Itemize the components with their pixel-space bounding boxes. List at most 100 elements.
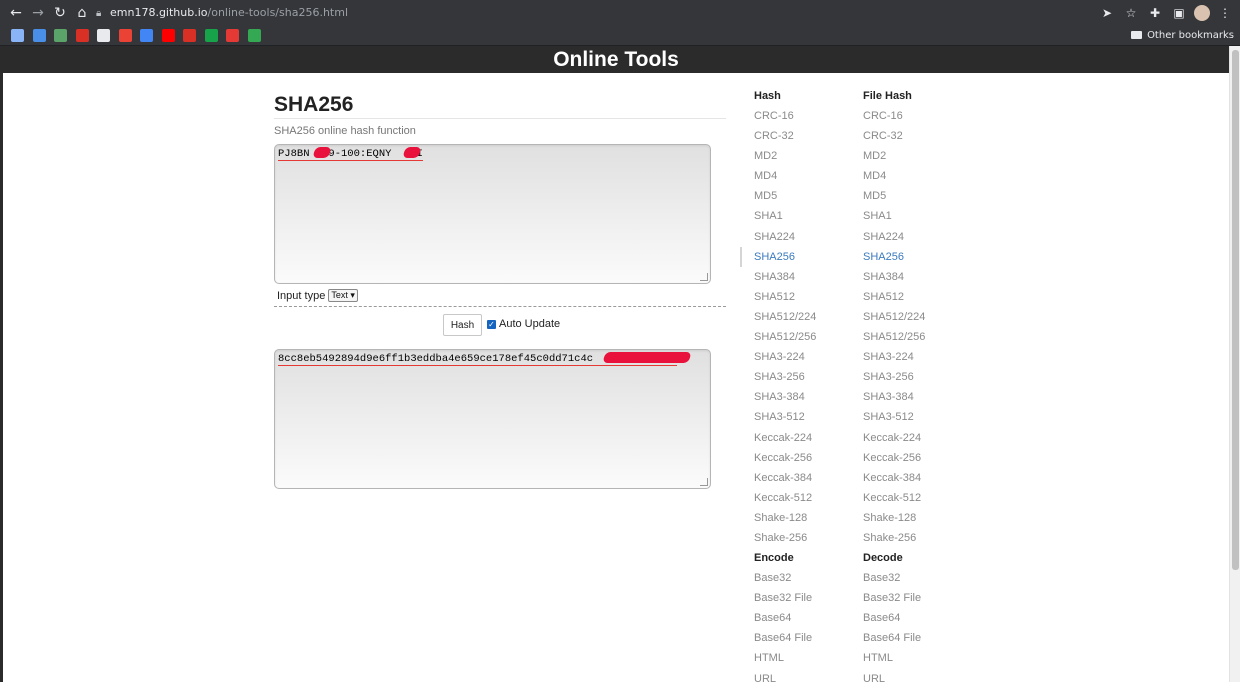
menu-link-keccak-384[interactable]: Keccak-384	[754, 471, 816, 491]
menu-link-base64[interactable]: Base64	[863, 611, 925, 631]
menu-link-html[interactable]: HTML	[863, 651, 925, 671]
menu-link-sha3-224[interactable]: SHA3-224	[863, 350, 925, 370]
menu-link-sha224[interactable]: SHA224	[863, 230, 925, 250]
scrollbar-thumb[interactable]	[1232, 50, 1239, 570]
menu-link-sha512-256[interactable]: SHA512/256	[754, 330, 816, 350]
bookmark-favicon-icon[interactable]	[32, 29, 46, 42]
profile-avatar[interactable]	[1194, 5, 1210, 21]
bookmark-favicon-icon[interactable]	[247, 29, 261, 42]
home-icon[interactable]: ⌂	[72, 3, 92, 23]
menu-link-sha512[interactable]: SHA512	[754, 290, 816, 310]
send-icon[interactable]: ➤	[1098, 3, 1116, 23]
menu-link-base32-file[interactable]: Base32 File	[754, 591, 816, 611]
menu-link-keccak-384[interactable]: Keccak-384	[863, 471, 925, 491]
hash-menu: Hash CRC-16 CRC-32 MD2 MD4 MD5 SHA1 SHA224 SHA25…	[754, 89, 816, 692]
extensions-icon[interactable]: ✚	[1146, 3, 1164, 23]
reload-icon[interactable]: ↻	[50, 3, 70, 23]
menu-heading: Encode	[754, 552, 794, 565]
bookmark-favicon-icon[interactable]	[204, 29, 218, 42]
menu-link-keccak-224[interactable]: Keccak-224	[863, 431, 925, 451]
bookmark-favicon-icon[interactable]	[54, 29, 67, 42]
menu-link-sha3-224[interactable]: SHA3-224	[754, 350, 816, 370]
bookmark-favicon-icon[interactable]	[183, 29, 196, 42]
input-text: PJ8BN U9-100:EQNY PI	[278, 147, 423, 161]
menu-link-sha512-224[interactable]: SHA512/224	[754, 310, 816, 330]
menu-link-keccak-512[interactable]: Keccak-512	[754, 491, 816, 511]
menu-link-md4[interactable]: MD4	[863, 169, 925, 189]
input-type-label: Input type	[277, 289, 326, 302]
bookmark-favicon-icon[interactable]	[140, 29, 153, 42]
menu-link-crc-16[interactable]: CRC-16	[863, 109, 925, 129]
menu-heading: Hash	[754, 90, 781, 102]
menu-link-sha512-256[interactable]: SHA512/256	[863, 330, 925, 350]
resize-handle[interactable]	[700, 478, 708, 486]
menu-link-md2[interactable]: MD2	[754, 149, 816, 169]
menu-link-sha256[interactable]: SHA256	[754, 250, 816, 270]
menu-link-sha384[interactable]: SHA384	[754, 270, 816, 290]
menu-link-sha384[interactable]: SHA384	[863, 270, 925, 290]
menu-link-html[interactable]: HTML	[754, 651, 816, 671]
bookmark-favicon-icon[interactable]	[118, 29, 132, 42]
menu-icon[interactable]: ⋮	[1216, 3, 1234, 23]
menu-link-sha1[interactable]: SHA1	[863, 209, 925, 229]
menu-link-crc-32[interactable]: CRC-32	[863, 129, 925, 149]
other-bookmarks[interactable]: Other bookmarks	[1131, 26, 1234, 46]
menu-link-base32-file[interactable]: Base32 File	[863, 591, 925, 611]
menu-link-sha3-384[interactable]: SHA3-384	[863, 390, 925, 410]
menu-link-sha512-224[interactable]: SHA512/224	[863, 310, 925, 330]
menu-link-sha3-256[interactable]: SHA3-256	[863, 370, 925, 390]
menu-link-crc-32[interactable]: CRC-32	[754, 129, 816, 149]
bookmark-favicon-icon[interactable]	[226, 29, 239, 42]
forward-icon[interactable]: →	[28, 3, 48, 23]
menu-link-shake-256[interactable]: Shake-256	[754, 531, 816, 551]
input-type-select[interactable]: Text ▾	[328, 289, 358, 302]
menu-link-sha3-384[interactable]: SHA3-384	[754, 390, 816, 410]
menu-link-keccak-256[interactable]: Keccak-256	[863, 451, 925, 471]
menu-link-sha3-256[interactable]: SHA3-256	[754, 370, 816, 390]
menu-link-sha3-512[interactable]: SHA3-512	[754, 410, 816, 430]
menu-link-keccak-224[interactable]: Keccak-224	[754, 431, 816, 451]
menu-link-base32[interactable]: Base32	[863, 571, 925, 591]
hash-button[interactable]: Hash	[443, 314, 482, 336]
bookmark-favicon-icon[interactable]	[11, 29, 24, 42]
site-header[interactable]: Online Tools	[3, 46, 1229, 73]
auto-update-option[interactable]: ✓ Auto Update	[487, 318, 560, 330]
auto-update-label: Auto Update	[499, 318, 561, 330]
menu-link-base64[interactable]: Base64	[754, 611, 816, 631]
input-textarea[interactable]: PJ8BN U9-100:EQNY PI	[274, 144, 711, 284]
scrollbar[interactable]	[1229, 46, 1240, 682]
menu-link-keccak-256[interactable]: Keccak-256	[754, 451, 816, 471]
menu-link-shake-256[interactable]: Shake-256	[863, 531, 925, 551]
back-icon[interactable]: ←	[6, 3, 26, 23]
title-divider	[274, 118, 726, 119]
menu-link-md2[interactable]: MD2	[863, 149, 925, 169]
bookmark-favicon-icon[interactable]	[161, 29, 175, 42]
sidepanel-icon[interactable]: ▣	[1170, 3, 1188, 23]
resize-handle[interactable]	[700, 273, 708, 281]
menu-link-base64-file[interactable]: Base64 File	[863, 631, 925, 651]
address-bar[interactable]: 🔒︎ emn178.github.io/online-tools/sha256.h…	[96, 2, 1096, 24]
menu-link-shake-128[interactable]: Shake-128	[754, 511, 816, 531]
bookmark-favicon-icon[interactable]	[97, 29, 110, 42]
menu-link-base64-file[interactable]: Base64 File	[754, 631, 816, 651]
output-textarea[interactable]: 8cc8eb5492894d9e6ff1b3eddba4e659ce178ef4…	[274, 349, 711, 489]
menu-link-md5[interactable]: MD5	[863, 189, 925, 209]
input-type-row: Input type Text ▾	[277, 289, 358, 302]
menu-link-crc-16[interactable]: CRC-16	[754, 109, 816, 129]
menu-link-md5[interactable]: MD5	[754, 189, 816, 209]
menu-link-base32[interactable]: Base32	[754, 571, 816, 591]
menu-link-sha256[interactable]: SHA256	[863, 250, 925, 270]
browser-toolbar: ← → ↻ ⌂ 🔒︎ emn178.github.io/online-tools/…	[0, 0, 1240, 26]
menu-link-md4[interactable]: MD4	[754, 169, 816, 189]
menu-link-shake-128[interactable]: Shake-128	[863, 511, 925, 531]
menu-link-keccak-512[interactable]: Keccak-512	[863, 491, 925, 511]
menu-link-sha224[interactable]: SHA224	[754, 230, 816, 250]
menu-link-sha1[interactable]: SHA1	[754, 209, 816, 229]
bookmark-favicon-icon[interactable]	[75, 29, 89, 42]
auto-update-checkbox[interactable]: ✓	[487, 319, 496, 329]
menu-link-sha3-512[interactable]: SHA3-512	[863, 410, 925, 430]
menu-link-sha512[interactable]: SHA512	[863, 290, 925, 310]
folder-icon	[1131, 31, 1143, 39]
bookmarks-bar: Other bookmarks	[0, 26, 1240, 46]
star-icon[interactable]: ☆	[1122, 3, 1140, 23]
